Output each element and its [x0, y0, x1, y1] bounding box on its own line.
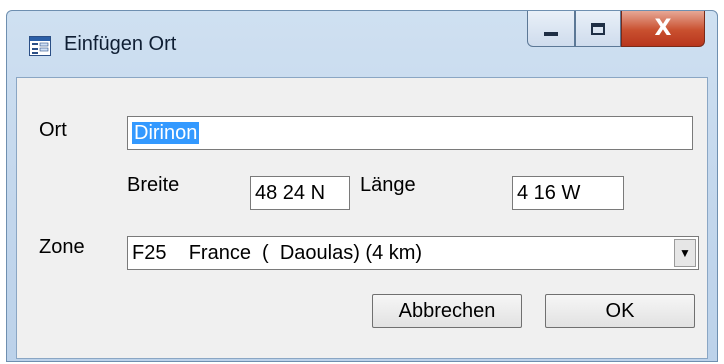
zone-select-value: F25 France ( Daoulas) (4 km): [132, 242, 423, 264]
ok-button[interactable]: OK: [545, 294, 695, 328]
maximize-icon: [591, 22, 605, 35]
ort-input-value: Dirinon: [132, 122, 200, 144]
dialog-body: Ort Dirinon Breite 48 24 N Länge 4 16 W …: [16, 77, 708, 359]
breite-input[interactable]: 48 24 N: [250, 176, 350, 210]
close-icon: X: [654, 16, 672, 41]
zone-label: Zone: [39, 236, 85, 258]
title-bar[interactable]: Einfügen Ort X: [7, 11, 717, 75]
maximize-button[interactable]: [575, 11, 621, 47]
chevron-down-icon: ▼: [679, 246, 691, 260]
breite-label: Breite: [127, 174, 180, 196]
laenge-label: Länge: [360, 174, 416, 196]
minimize-button[interactable]: [527, 11, 575, 47]
window-title: Einfügen Ort: [64, 33, 177, 55]
ort-input[interactable]: Dirinon: [127, 116, 693, 150]
ort-label: Ort: [39, 119, 67, 141]
zone-dropdown-button[interactable]: ▼: [674, 239, 696, 267]
dialog-window: Einfügen Ort X Ort Dirinon Breite 48 24 …: [6, 10, 718, 362]
cancel-button[interactable]: Abbrechen: [372, 294, 522, 328]
minimize-icon: [544, 31, 558, 36]
zone-select[interactable]: F25 France ( Daoulas) (4 km) ▼: [127, 236, 699, 270]
laenge-input[interactable]: 4 16 W: [512, 176, 624, 210]
dialog-form-icon: [29, 36, 51, 56]
close-button[interactable]: X: [621, 11, 705, 47]
